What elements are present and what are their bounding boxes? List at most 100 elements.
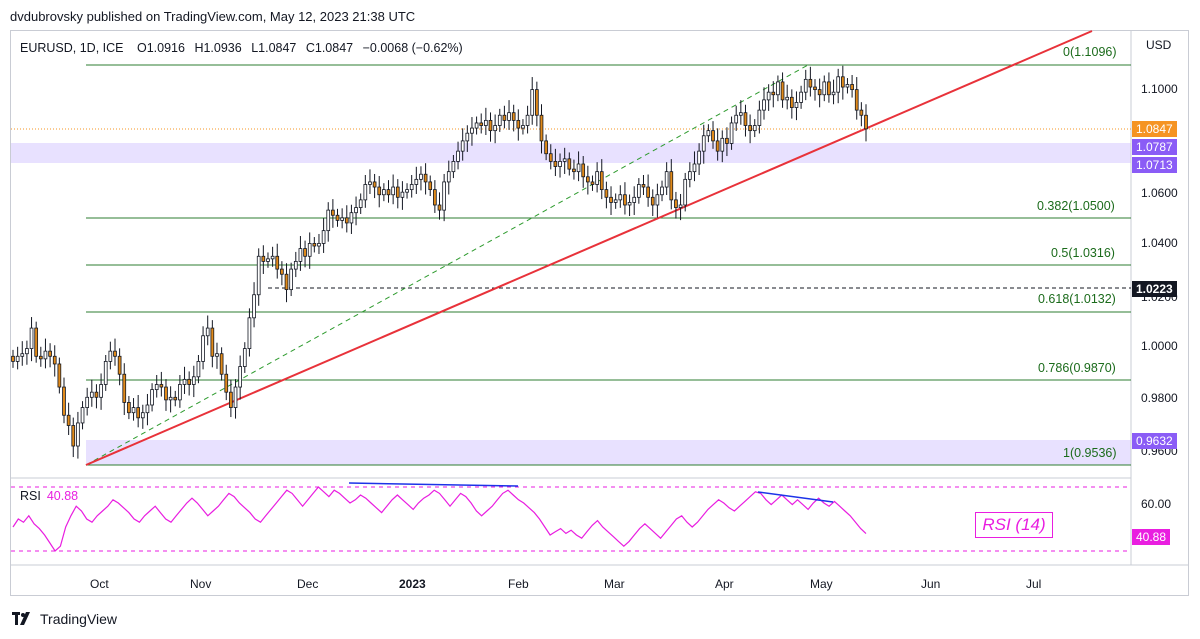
- candle-up: [20, 353, 25, 357]
- support-tag: 1.0223: [1132, 281, 1177, 297]
- candle-up: [89, 391, 94, 398]
- x-tick: Apr: [715, 577, 734, 591]
- x-tick: Nov: [190, 577, 212, 591]
- candle-up: [655, 194, 660, 206]
- candle-up: [507, 112, 511, 121]
- candle-up: [293, 261, 298, 270]
- candle-up: [242, 348, 247, 367]
- candle-up: [340, 217, 344, 221]
- y-tick: 0.9800: [1141, 391, 1178, 405]
- brand-name: TradingView: [40, 611, 118, 627]
- candle-up: [409, 184, 414, 191]
- candle-down: [511, 112, 516, 121]
- legend-close: C1.0847: [305, 41, 354, 55]
- candle-up: [562, 158, 567, 162]
- candle-down: [437, 204, 442, 211]
- candle-down: [94, 391, 99, 398]
- candle-down: [164, 386, 168, 401]
- candle-up: [738, 112, 743, 116]
- candle-down: [261, 255, 266, 262]
- candle-down: [280, 268, 284, 275]
- candle-down: [748, 125, 752, 132]
- candle-up: [238, 366, 242, 388]
- candle-up: [256, 255, 261, 296]
- candle-down: [864, 114, 868, 130]
- candle-down: [674, 199, 678, 208]
- candle-down: [488, 119, 493, 132]
- footer-brand[interactable]: TradingView: [12, 611, 117, 627]
- candle-up: [558, 161, 562, 167]
- candle-down: [813, 86, 817, 91]
- candle-up: [252, 294, 256, 319]
- candle-down: [335, 214, 340, 221]
- candle-up: [354, 207, 358, 214]
- candle-down: [210, 327, 215, 357]
- candle-up: [140, 412, 145, 419]
- candle-down: [136, 407, 141, 419]
- candle-down: [71, 425, 76, 447]
- tradingview-logo-icon: [12, 612, 30, 625]
- candle-up: [836, 76, 841, 93]
- candle-down: [743, 112, 748, 126]
- zone-top-tag: 1.0787: [1132, 139, 1177, 155]
- candle-up: [154, 384, 159, 391]
- candle-down: [113, 350, 117, 357]
- low-zone-tag: 0.9632: [1132, 433, 1177, 449]
- candle-up: [391, 186, 395, 196]
- candle-down: [224, 373, 229, 393]
- candle-up: [752, 125, 757, 132]
- candle-down: [599, 171, 604, 191]
- candle-up: [678, 204, 683, 208]
- rsi-line: [12, 486, 867, 552]
- candle-up: [762, 99, 766, 111]
- candle-up: [150, 389, 154, 406]
- x-tick: Dec: [297, 577, 319, 591]
- fib-label-0382: 0.382(1.0500): [1037, 199, 1115, 213]
- chart-canvas[interactable]: [0, 0, 1200, 639]
- candle-up: [196, 361, 201, 378]
- candle-up: [43, 350, 48, 360]
- candle-up: [80, 407, 85, 424]
- rsi-value: 40.88: [46, 489, 79, 503]
- candle-down: [567, 158, 572, 170]
- candle-up: [474, 122, 479, 129]
- candle-up: [460, 140, 465, 152]
- fib-label-05: 0.5(1.0316): [1051, 246, 1115, 260]
- candle-up: [687, 171, 692, 180]
- candle-down: [516, 119, 521, 129]
- candle-up: [803, 78, 808, 93]
- x-tick: Jun: [921, 577, 941, 591]
- x-tick: Jul: [1026, 577, 1042, 591]
- fib-label-0: 0(1.1096): [1063, 45, 1117, 59]
- candle-down: [159, 384, 164, 388]
- candle-up: [131, 407, 136, 414]
- candle-down: [548, 153, 553, 162]
- candle-up: [785, 96, 790, 101]
- candle-down: [711, 130, 715, 142]
- candle-up: [734, 114, 739, 124]
- candle-down: [423, 173, 428, 183]
- candle-down: [372, 181, 377, 188]
- candle-down: [502, 114, 507, 121]
- candle-up: [99, 384, 103, 398]
- candle-up: [766, 91, 771, 101]
- candle-down: [817, 89, 822, 96]
- candle-up: [794, 102, 799, 108]
- candle-up: [15, 355, 20, 362]
- fib-label-0786: 0.786(0.9870): [1038, 361, 1116, 375]
- fib-label-0618: 0.618(1.0132): [1038, 292, 1116, 306]
- candle-down: [34, 327, 39, 357]
- candle-up: [326, 209, 331, 232]
- candle-down: [52, 355, 57, 365]
- candle-up: [368, 181, 372, 185]
- candle-down: [344, 217, 349, 224]
- candle-up: [525, 114, 530, 126]
- candle-up: [521, 125, 525, 129]
- candle-up: [85, 396, 90, 408]
- candle-up: [627, 202, 632, 206]
- candle-up: [776, 81, 780, 96]
- rsi-legend: RSI 40.88: [20, 489, 78, 503]
- candle-up: [845, 84, 850, 88]
- rsi-divergence-1: [348, 482, 519, 487]
- candle-down: [48, 350, 52, 357]
